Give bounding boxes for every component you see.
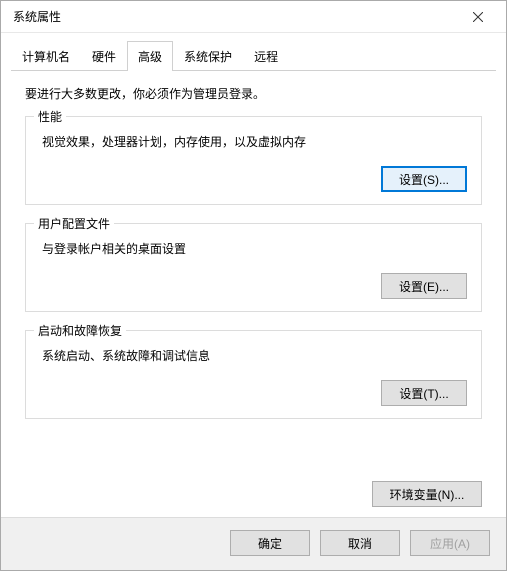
tab-content-advanced: 要进行大多数更改，你必须作为管理员登录。 性能 视觉效果，处理器计划，内存使用，… <box>1 71 506 485</box>
admin-notice: 要进行大多数更改，你必须作为管理员登录。 <box>25 85 482 102</box>
env-row: 环境变量(N)... <box>1 481 506 517</box>
window-title: 系统属性 <box>9 8 458 25</box>
tab-computer-name[interactable]: 计算机名 <box>11 41 81 71</box>
group-user-profile-title: 用户配置文件 <box>34 215 114 232</box>
environment-variables-button[interactable]: 环境变量(N)... <box>372 481 482 507</box>
dialog-button-row: 确定 取消 应用(A) <box>1 517 506 570</box>
cancel-button[interactable]: 取消 <box>320 530 400 556</box>
group-startup-recovery-desc: 系统启动、系统故障和调试信息 <box>42 347 467 364</box>
performance-settings-button[interactable]: 设置(S)... <box>381 166 467 192</box>
group-user-profile-desc: 与登录帐户相关的桌面设置 <box>42 240 467 257</box>
tab-remote[interactable]: 远程 <box>243 41 289 71</box>
tab-strip: 计算机名 硬件 高级 系统保护 远程 <box>1 41 506 71</box>
group-startup-recovery: 启动和故障恢复 系统启动、系统故障和调试信息 设置(T)... <box>25 330 482 419</box>
user-profile-settings-button[interactable]: 设置(E)... <box>381 273 467 299</box>
titlebar: 系统属性 <box>1 1 506 33</box>
ok-button[interactable]: 确定 <box>230 530 310 556</box>
group-startup-recovery-title: 启动和故障恢复 <box>34 322 126 339</box>
apply-button[interactable]: 应用(A) <box>410 530 490 556</box>
group-user-profile: 用户配置文件 与登录帐户相关的桌面设置 设置(E)... <box>25 223 482 312</box>
tab-system-protection[interactable]: 系统保护 <box>173 41 243 71</box>
close-icon <box>473 12 483 22</box>
group-performance-desc: 视觉效果，处理器计划，内存使用，以及虚拟内存 <box>42 133 467 150</box>
system-properties-dialog: 系统属性 计算机名 硬件 高级 系统保护 远程 要进行大多数更改，你必须作为管理… <box>0 0 507 571</box>
tab-hardware[interactable]: 硬件 <box>81 41 127 71</box>
group-performance: 性能 视觉效果，处理器计划，内存使用，以及虚拟内存 设置(S)... <box>25 116 482 205</box>
tab-advanced[interactable]: 高级 <box>127 41 173 71</box>
startup-recovery-settings-button[interactable]: 设置(T)... <box>381 380 467 406</box>
close-button[interactable] <box>458 3 498 31</box>
group-performance-title: 性能 <box>34 108 66 125</box>
